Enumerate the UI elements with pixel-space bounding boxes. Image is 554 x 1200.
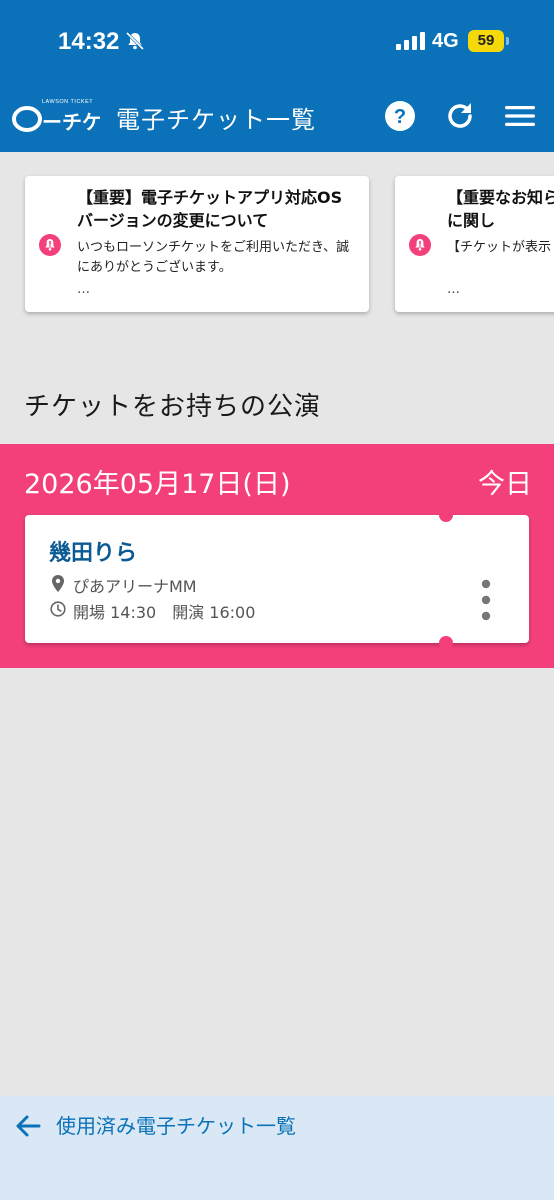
section-heading: チケットをお持ちの公演 [24,392,322,422]
event-times: 開場 14:30 開演 16:00 [73,603,256,622]
network-label: 4G [432,30,459,52]
svg-text:ーチケ: ーチケ [42,110,100,134]
refresh-icon[interactable] [444,100,476,132]
notice-card[interactable]: 【重要なお知らせ】の表示に関し 【チケットが表示 下部リンクより … [395,176,554,312]
event-venue: ぴあアリーナMM [73,577,197,596]
notice-body: いつもローソンチケットをご利用いただき、誠にありがとうございます。 [77,240,350,275]
notice-card[interactable]: 【重要】電子チケットアプリ対応OSバージョンの変更について いつもローソンチケッ… [25,176,369,312]
location-pin-icon [52,575,64,592]
bell-off-icon [125,31,145,51]
notice-ellipsis: … [77,282,90,297]
event-name: 幾田りら [49,541,138,566]
back-arrow-icon[interactable] [14,1112,42,1140]
date-label: 2026年05月17日(日) [24,469,291,500]
logo-small-text: LAWSON TICKET [42,99,93,105]
page-title: 電子チケット一覧 [116,106,316,134]
ticket-card[interactable]: 幾田りら ぴあアリーナMM 開場 14:30 開演 16:00 [25,508,529,650]
ticket-notch [439,508,453,522]
menu-icon[interactable] [504,100,536,132]
signal-icon [396,32,425,50]
status-time: 14:32 [58,28,120,55]
battery-tip [506,37,509,45]
more-options-icon[interactable] [479,579,493,621]
alert-bell-icon [409,234,431,256]
screen: 14:32 4G 59 LAWSON TICKET ーチケ 電子チケット一覧 ? [0,0,554,1200]
notice-title: 【重要なお知らせ】の表示に関し [447,188,554,230]
ticket-notch [439,636,453,650]
alert-bell-icon [39,234,61,256]
app-logo: LAWSON TICKET ーチケ [12,99,100,134]
battery-icon: 59 [468,30,504,52]
notice-title: 【重要】電子チケットアプリ対応OSバージョンの変更について [77,188,343,230]
today-badge: 今日 [478,469,532,500]
notice-ellipsis: … [447,282,460,297]
notice-body: 【チケットが表示 下部リンクより [447,240,554,255]
svg-text:?: ? [394,106,406,128]
clock-icon [50,601,66,617]
help-icon[interactable]: ? [384,100,416,132]
used-tickets-link[interactable]: 使用済み電子チケット一覧 [56,1110,296,1139]
